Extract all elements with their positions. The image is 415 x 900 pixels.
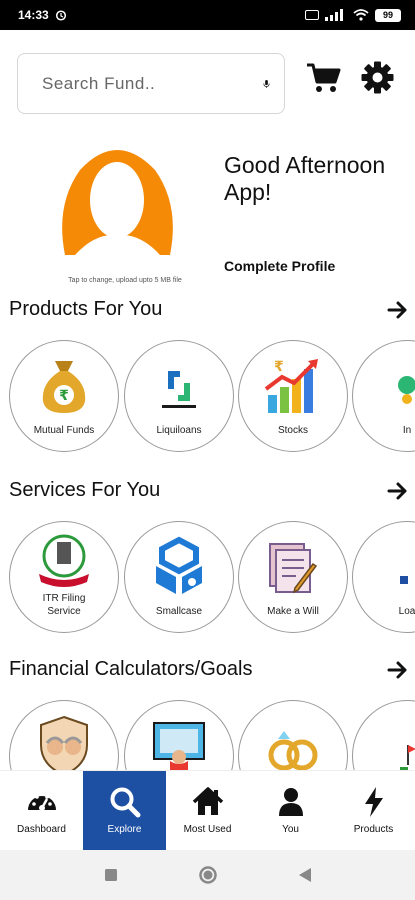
battery-icon: 99 (375, 8, 401, 22)
service-label: Smallcase (155, 606, 203, 617)
services-row: ITR Filing Service Smallcase Make a Will… (0, 521, 415, 641)
products-row: ₹ Mutual Funds Liquiloans ₹ Stocks In (0, 340, 415, 460)
goal-house[interactable] (352, 700, 415, 770)
person-icon (278, 788, 303, 816)
smallcase-logo-icon (156, 536, 202, 594)
upload-hint: Tap to change, upload upto 5 MB file (68, 277, 182, 284)
calculators-section-title: Financial Calculators/Goals (9, 658, 253, 680)
nav-dashboard[interactable]: Dashboard (0, 771, 83, 850)
nav-most-used[interactable]: Most Used (166, 771, 249, 850)
system-nav-bar (0, 850, 415, 900)
product-stocks[interactable]: ₹ Stocks (238, 340, 348, 452)
loan-icon (400, 576, 408, 584)
alarm-icon (55, 10, 66, 21)
search-input[interactable] (42, 73, 263, 94)
service-label: Loa (398, 606, 415, 617)
nav-you[interactable]: You (249, 771, 332, 850)
product-label: Stocks (277, 425, 308, 436)
product-label: Mutual Funds (33, 425, 95, 436)
stock-chart-icon: ₹ (264, 359, 318, 413)
nav-products[interactable]: Products (332, 771, 415, 850)
product-label: In (402, 425, 412, 436)
insurance-icon (398, 376, 415, 404)
signal-icon (325, 9, 343, 21)
product-liquiloans[interactable]: Liquiloans (124, 340, 234, 452)
complete-profile-link[interactable]: Complete Profile (224, 258, 335, 274)
service-label: Make a Will (267, 606, 319, 617)
goal-education[interactable] (124, 700, 234, 770)
nav-label: Products (353, 824, 394, 835)
service-loan[interactable]: Loa (352, 521, 415, 633)
svg-text:₹: ₹ (59, 388, 69, 404)
microphone-icon[interactable] (263, 67, 270, 101)
lightning-icon (364, 787, 383, 817)
goal-retirement[interactable] (9, 700, 119, 770)
nav-label: Explore (107, 824, 142, 835)
product-mutual-funds[interactable]: ₹ Mutual Funds (9, 340, 119, 452)
speedometer-icon (27, 792, 56, 811)
greeting-text: Good Afternoon App! (224, 152, 386, 205)
nav-label: You (282, 824, 299, 835)
retirement-couple-icon (40, 715, 88, 770)
services-arrow-icon[interactable] (387, 480, 409, 502)
gear-icon[interactable] (361, 61, 394, 94)
product-label: Liquiloans (156, 425, 202, 436)
avatar[interactable] (55, 145, 180, 260)
sim-icon (305, 10, 319, 20)
recents-icon[interactable] (104, 868, 118, 882)
home-button-icon[interactable] (198, 865, 218, 885)
services-section-title: Services For You (9, 479, 161, 501)
cart-icon[interactable] (306, 62, 342, 94)
products-arrow-icon[interactable] (387, 299, 409, 321)
service-make-a-will[interactable]: Make a Will (238, 521, 348, 633)
income-tax-emblem-icon (39, 534, 89, 587)
nav-label: Most Used (183, 824, 232, 835)
house-icon (400, 745, 415, 770)
goal-wedding[interactable] (238, 700, 348, 770)
education-icon (153, 722, 205, 770)
svg-text:₹: ₹ (274, 359, 284, 375)
calculators-arrow-icon[interactable] (387, 659, 409, 681)
service-label: ITR Filing Service (42, 593, 86, 617)
nav-explore[interactable]: Explore (83, 771, 166, 850)
status-time: 14:33 (18, 8, 49, 22)
bottom-nav: Dashboard Explore Most Used You Products (0, 770, 415, 850)
service-itr-filing[interactable]: ITR Filing Service (9, 521, 119, 633)
liquiloans-logo-icon (162, 371, 196, 408)
wedding-rings-icon (268, 731, 318, 770)
wifi-icon (353, 9, 369, 21)
search-icon (110, 787, 140, 818)
calculators-row (0, 700, 415, 770)
money-bag-icon: ₹ (42, 361, 86, 413)
nav-label: Dashboard (17, 824, 66, 835)
products-section-title: Products For You (9, 298, 163, 320)
back-icon[interactable] (298, 867, 312, 883)
service-smallcase[interactable]: Smallcase (124, 521, 234, 633)
search-bar (17, 53, 285, 114)
product-insurance[interactable]: In (352, 340, 415, 452)
home-icon (192, 787, 223, 815)
status-bar: 14:33 99 (0, 0, 415, 30)
will-document-icon (269, 543, 318, 594)
